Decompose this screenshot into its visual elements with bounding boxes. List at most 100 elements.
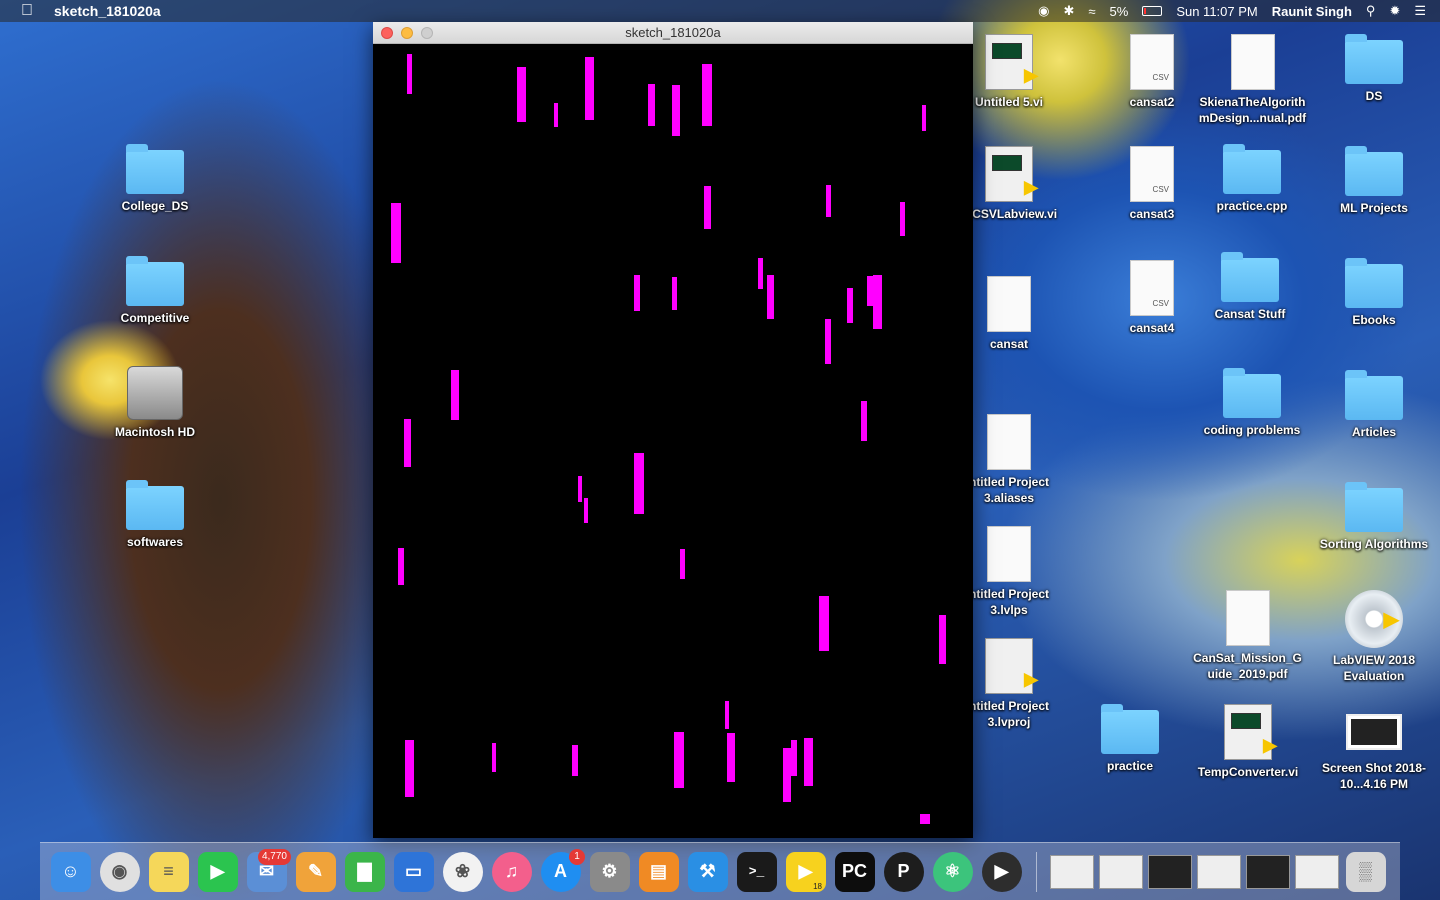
clock[interactable]: Sun 11:07 PM [1176, 4, 1257, 19]
minimized-window-5[interactable] [1243, 847, 1292, 897]
version-label: 18 [813, 881, 822, 891]
siri-icon[interactable]: ✹ [1389, 3, 1400, 19]
csv-file-icon: CSV [1130, 260, 1174, 316]
rain-drop [939, 615, 946, 664]
desktop-icon-practice[interactable]: practice [1075, 704, 1185, 774]
rain-drop [672, 85, 680, 136]
desktop-icon-macintosh-hd[interactable]: Macintosh HD [100, 366, 210, 440]
minimized-window-1[interactable] [1047, 847, 1096, 897]
facetime-icon: ▶ [197, 851, 238, 892]
dock-item-notes[interactable]: ≡ [144, 847, 193, 897]
app-name-menu[interactable]: sketch_181020a [54, 3, 161, 19]
document-icon [987, 414, 1031, 470]
spotlight-search-icon[interactable]: ⚲ [1366, 3, 1376, 19]
dock-item-pycharm[interactable]: PC [830, 847, 879, 897]
battery-icon[interactable] [1142, 6, 1163, 16]
desktop-icon-ds[interactable]: DS [1319, 34, 1429, 104]
folder-icon [1345, 146, 1403, 196]
desktop-icon-sorting-algorithms[interactable]: Sorting Algorithms [1314, 482, 1434, 552]
sketch-canvas[interactable] [373, 44, 973, 838]
rain-drop [648, 84, 655, 126]
rain-drop [405, 740, 414, 797]
rain-drop [554, 103, 558, 127]
desktop-icon-cansat3[interactable]: CSV cansat3 [1097, 146, 1207, 222]
desktop-icon-skiena-pdf[interactable]: SkienaTheAlgorithmDesign...nual.pdf [1195, 34, 1310, 126]
battery-percent[interactable]: 5% [1110, 4, 1129, 19]
dock-item-quicktime[interactable]: ▶ [977, 847, 1026, 897]
dock-item-labview[interactable]: ▶ 18 [781, 847, 830, 897]
rain-drop [634, 275, 640, 311]
desktop-icon-labview-evaluation[interactable]: ▶ LabVIEW 2018 Evaluation [1319, 590, 1429, 684]
rain-drop [922, 105, 926, 131]
dock-item-system-preferences[interactable]: ⚙ [585, 847, 634, 897]
user-menu[interactable]: Raunit Singh [1272, 4, 1352, 19]
dock-item-xcode[interactable]: ⚒ [683, 847, 732, 897]
disc-image-icon: ▶ [1345, 590, 1403, 648]
desktop-icon-softwares[interactable]: softwares [100, 480, 210, 550]
minimized-window-6[interactable] [1292, 847, 1341, 897]
desktop-icon-label: coding problems [1203, 423, 1301, 437]
desktop-icon-cansat2[interactable]: CSV cansat2 [1097, 34, 1207, 110]
folder-icon [126, 144, 184, 194]
rain-drop [451, 370, 459, 420]
dock-item-processing[interactable]: P [879, 847, 928, 897]
rain-drop [767, 275, 774, 319]
sketch-window[interactable]: sketch_181020a [373, 22, 973, 838]
spotify-icon[interactable]: ◉ [1038, 3, 1049, 19]
dock-item-trash[interactable]: ▒ [1341, 847, 1390, 897]
desktop-icon-tempconverter-vi[interactable]: ▶ TempConverter.vi [1193, 704, 1303, 780]
minimized-window-4[interactable] [1194, 847, 1243, 897]
atom-icon: ⚛ [932, 851, 973, 892]
window-thumbnail-icon [1196, 854, 1241, 889]
desktop-icon-competitive[interactable]: Competitive [100, 256, 210, 326]
dock-item-chrome[interactable]: ◉ [95, 847, 144, 897]
desktop-icon-cansat-guide-pdf[interactable]: CanSat_Mission_Guide_2019.pdf [1190, 590, 1305, 682]
rain-drop [674, 732, 684, 788]
photos-icon: ❀ [442, 851, 483, 892]
dock-item-keynote[interactable]: ▭ [389, 847, 438, 897]
apple-menu-icon[interactable]:  [0, 2, 54, 20]
dock-item-app-store[interactable]: A1 [536, 847, 585, 897]
dock-item-atom[interactable]: ⚛ [928, 847, 977, 897]
rain-drop [783, 748, 791, 802]
desktop-icon-college-ds[interactable]: College_DS [100, 144, 210, 214]
dock-item-numbers[interactable]: ▇ [340, 847, 389, 897]
dock-item-mail[interactable]: ✉ 4,770 [242, 847, 291, 897]
screenshot-thumbnail-icon [1346, 714, 1402, 750]
rain-drop [404, 419, 411, 467]
dock-item-terminal[interactable]: >_ [732, 847, 781, 897]
dock-item-itunes[interactable]: ♫ [487, 847, 536, 897]
keynote-icon: ▭ [393, 851, 434, 892]
desktop-icon-label: SkienaTheAlgorithmDesign...nual.pdf [1198, 95, 1307, 125]
bluetooth-icon[interactable]: ✱ [1063, 3, 1074, 19]
desktop-icon-practice-cpp[interactable]: practice.cpp [1197, 144, 1307, 214]
desktop-icon-cansat-stuff[interactable]: Cansat Stuff [1195, 252, 1305, 322]
rain-drop [704, 186, 711, 229]
dock-item-facetime[interactable]: ▶ [193, 847, 242, 897]
wifi-icon[interactable]: ≈ [1088, 4, 1095, 19]
desktop-icon-screen-shot[interactable]: Screen Shot 2018-10...4.16 PM [1314, 704, 1434, 792]
desktop-icon-cansat4[interactable]: CSV cansat4 [1097, 260, 1207, 336]
dock-item-finder[interactable]: ☺ [46, 847, 95, 897]
desktop-icon-coding-problems[interactable]: coding problems [1197, 368, 1307, 438]
desktop-icon-label: LabVIEW 2018 Evaluation [1332, 653, 1416, 683]
desktop-icon-ebooks[interactable]: Ebooks [1319, 258, 1429, 328]
minimized-window-2[interactable] [1096, 847, 1145, 897]
spreadsheet-icon [987, 276, 1031, 332]
system-preferences-icon: ⚙ [589, 851, 630, 892]
desktop-icon-ml-projects[interactable]: ML Projects [1319, 146, 1429, 216]
notification-center-icon[interactable]: ☰ [1414, 3, 1426, 19]
dock-item-photos[interactable]: ❀ [438, 847, 487, 897]
minimized-window-3[interactable] [1145, 847, 1194, 897]
desktop-icon-label: ML Projects [1340, 201, 1408, 215]
window-thumbnail-icon [1049, 854, 1094, 889]
dock-item-pages[interactable]: ✎ [291, 847, 340, 897]
window-titlebar[interactable]: sketch_181020a [373, 22, 973, 44]
desktop-icon-label: practice [1106, 759, 1154, 773]
folder-icon [126, 256, 184, 306]
rain-drop [407, 54, 412, 94]
desktop-icon-articles[interactable]: Articles [1319, 370, 1429, 440]
finder-icon: ☺ [50, 851, 91, 892]
dock-item-ibooks[interactable]: ▤ [634, 847, 683, 897]
trash-icon: ▒ [1345, 851, 1386, 892]
